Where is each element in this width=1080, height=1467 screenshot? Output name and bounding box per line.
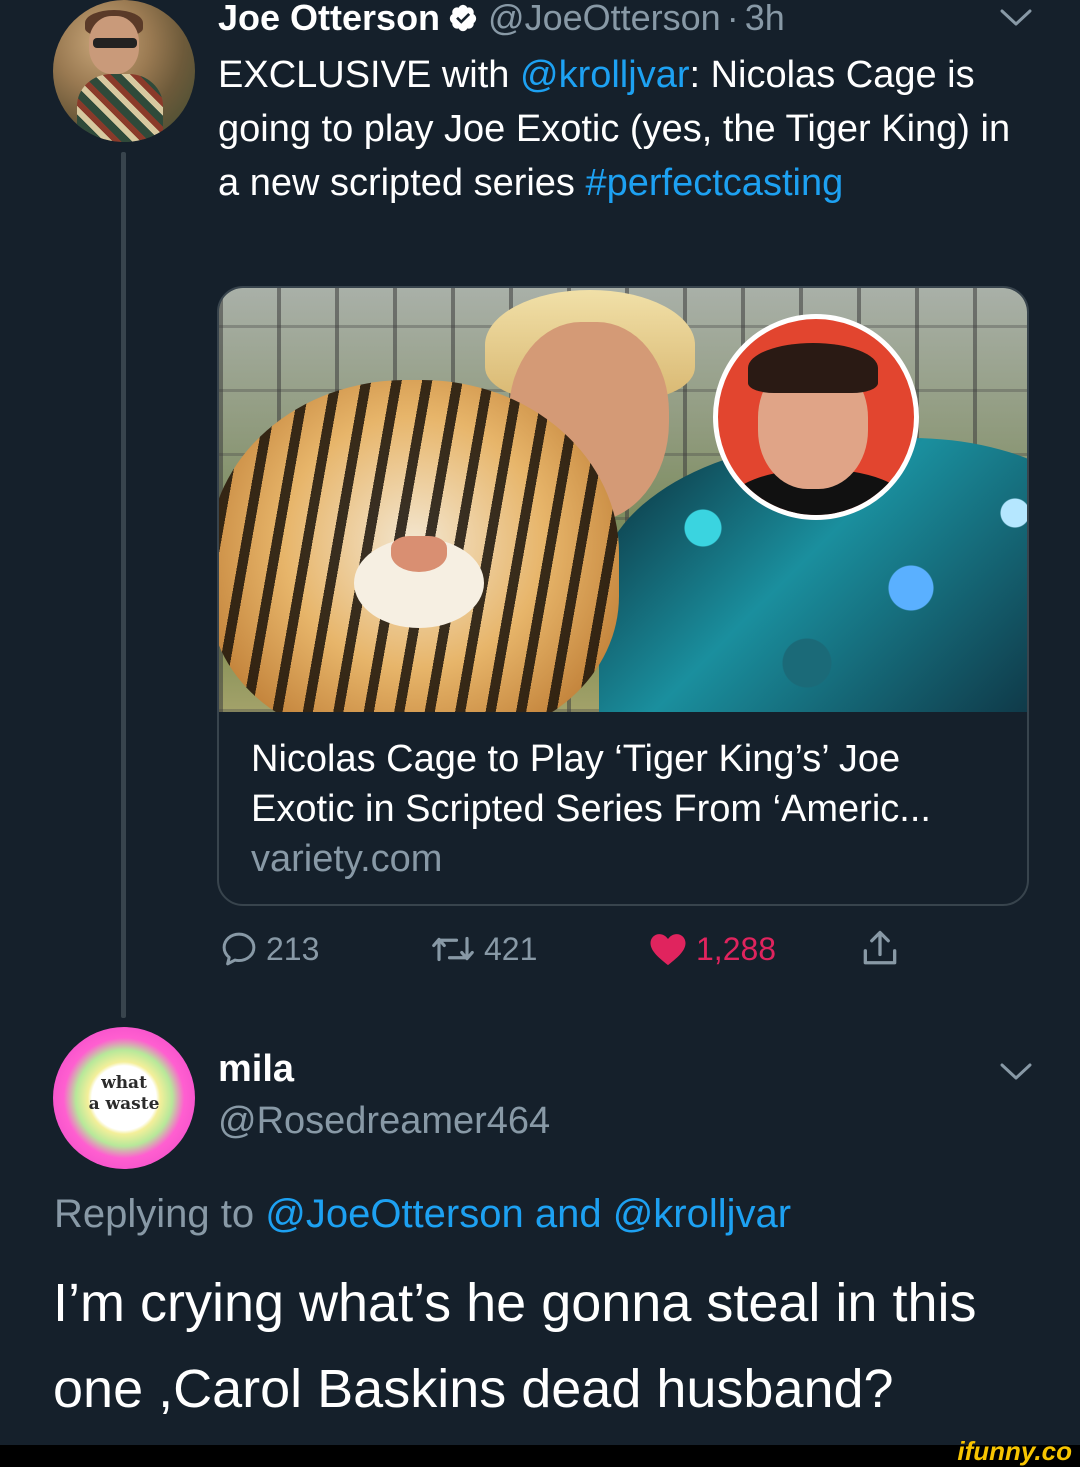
tweet-text-part1: EXCLUSIVE with — [218, 54, 520, 96]
tweet-author-handle[interactable]: @JoeOtterson — [488, 0, 721, 39]
like-button[interactable]: 1,288 — [646, 924, 776, 974]
watermark-bar — [0, 1445, 1080, 1467]
replying-to-users[interactable]: @JoeOtterson and @krolljvar — [265, 1192, 791, 1236]
chevron-down-icon[interactable] — [999, 1062, 1033, 1082]
mention-link[interactable]: @krolljvar — [520, 54, 689, 96]
retweet-count: 421 — [484, 930, 538, 967]
mila-avatar[interactable]: what a waste — [53, 1027, 195, 1169]
replying-to-line: Replying to @JoeOtterson and @krolljvar — [54, 1192, 791, 1237]
twitter-thread: Joe Otterson @JoeOtterson · 3h EXCLUSIVE… — [0, 0, 1080, 1467]
thread-connector-line — [121, 152, 126, 1018]
avatar-sunglasses — [93, 38, 137, 48]
heart-icon — [650, 934, 686, 966]
avatar-caption: what a waste — [53, 1073, 195, 1115]
tweet-author-name[interactable]: Joe Otterson — [218, 0, 440, 39]
cage-hair — [748, 343, 878, 393]
card-title: Nicolas Cage to Play ‘Tiger King’s’ Joe … — [251, 738, 931, 830]
chevron-down-icon[interactable] — [999, 8, 1033, 28]
link-preview-card[interactable]: Nicolas Cage to Play ‘Tiger King’s’ Joe … — [217, 286, 1029, 906]
tweet-text: EXCLUSIVE with @krolljvar: Nicolas Cage … — [218, 48, 1038, 210]
tweet-header: Joe Otterson @JoeOtterson · 3h — [218, 0, 785, 42]
card-image — [219, 288, 1027, 712]
header-separator: · — [726, 0, 739, 38]
replying-to-prefix: Replying to — [54, 1192, 266, 1236]
reply-author-name[interactable]: mila — [218, 1048, 294, 1091]
ifunny-watermark: ifunny.co — [957, 1436, 1072, 1466]
tweet-timestamp[interactable]: 3h — [745, 0, 785, 39]
share-button[interactable] — [858, 924, 908, 974]
nicolas-cage-inset-photo — [713, 314, 919, 520]
reply-author-handle[interactable]: @Rosedreamer464 — [218, 1100, 550, 1143]
reply-count: 213 — [266, 930, 320, 967]
card-domain: variety.com — [251, 838, 443, 880]
share-icon — [863, 930, 897, 965]
like-count: 1,288 — [696, 930, 777, 967]
retweet-button[interactable]: 421 — [428, 924, 537, 974]
tweet-action-bar: 213 421 1,288 — [218, 924, 918, 974]
avatar-shirt — [77, 74, 163, 142]
retweet-icon — [432, 936, 474, 962]
reply-text: I’m crying what’s he gonna steal in this… — [53, 1273, 977, 1419]
reply-button[interactable]: 213 — [218, 924, 319, 974]
reply-icon — [222, 932, 256, 966]
hashtag-link[interactable]: #perfectcasting — [586, 162, 844, 204]
tiger-nose — [391, 536, 447, 572]
verified-badge-icon — [449, 4, 477, 32]
avatar-caption-line1: what — [101, 1073, 147, 1093]
joe-otterson-avatar[interactable] — [53, 0, 195, 142]
avatar-caption-line2: a waste — [88, 1094, 160, 1114]
